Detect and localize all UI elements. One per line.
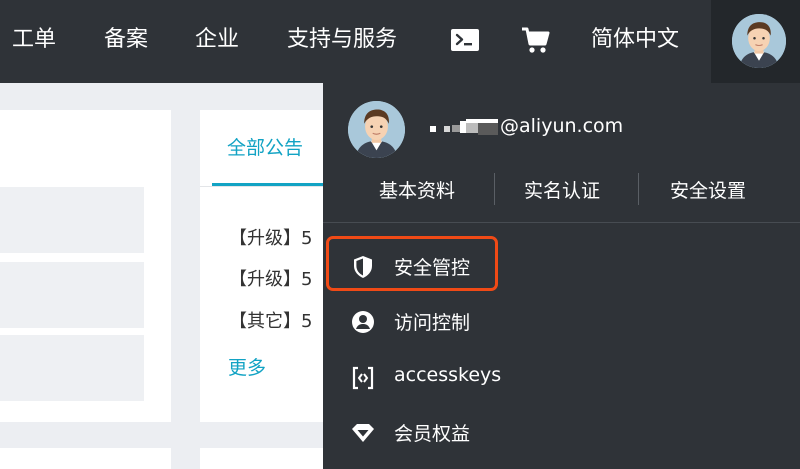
terminal-icon[interactable]	[447, 24, 483, 56]
diamond-icon	[351, 421, 375, 445]
user-avatar	[732, 14, 786, 68]
user-email: @aliyun.com	[500, 115, 624, 137]
menu-item-label: 访问控制	[394, 312, 471, 334]
nav-ticket[interactable]: 工单	[12, 0, 56, 83]
nav-enterprise[interactable]: 企业	[195, 0, 239, 83]
nav-support[interactable]: 支持与服务	[287, 0, 397, 83]
menu-item-access-control[interactable]: 访问控制	[345, 298, 785, 346]
profile-basic-info-link[interactable]: 基本资料	[379, 176, 455, 203]
language-selector[interactable]: 简体中文	[591, 0, 679, 83]
overview-row	[0, 335, 144, 401]
quick-link-separator	[638, 173, 639, 205]
more-notices-link[interactable]: 更多	[228, 353, 266, 380]
overview-row	[0, 262, 144, 328]
code-key-icon	[351, 366, 375, 390]
top-navbar: 工单 备案 企业 支持与服务 简体中文	[0, 0, 800, 83]
overview-row	[0, 187, 144, 253]
lower-notice-card	[200, 448, 330, 469]
nav-filing[interactable]: 备案	[104, 0, 148, 83]
notice-item[interactable]: 【升级】5	[229, 265, 312, 291]
user-circle-icon	[351, 310, 375, 334]
menu-divider	[323, 222, 800, 223]
tab-all-notices[interactable]: 全部公告	[227, 133, 303, 160]
user-avatar-button[interactable]	[711, 0, 800, 83]
email-redaction	[430, 117, 502, 139]
cart-icon[interactable]	[517, 24, 553, 56]
lower-card	[0, 448, 171, 469]
notice-item[interactable]: 【升级】5	[229, 224, 312, 250]
menu-item-accesskeys[interactable]: accesskeys	[345, 354, 785, 402]
menu-item-label: accesskeys	[394, 364, 502, 386]
overview-card	[0, 110, 171, 422]
profile-avatar	[348, 101, 405, 158]
menu-item-label: 会员权益	[394, 423, 471, 445]
menu-item-member-benefits[interactable]: 会员权益	[345, 409, 785, 457]
security-settings-link[interactable]: 安全设置	[670, 176, 746, 203]
highlight-box	[326, 236, 498, 291]
quick-link-separator	[494, 173, 495, 205]
notice-item[interactable]: 【其它】5	[229, 307, 312, 333]
tab-divider	[200, 186, 330, 187]
real-name-verification-link[interactable]: 实名认证	[524, 176, 600, 203]
